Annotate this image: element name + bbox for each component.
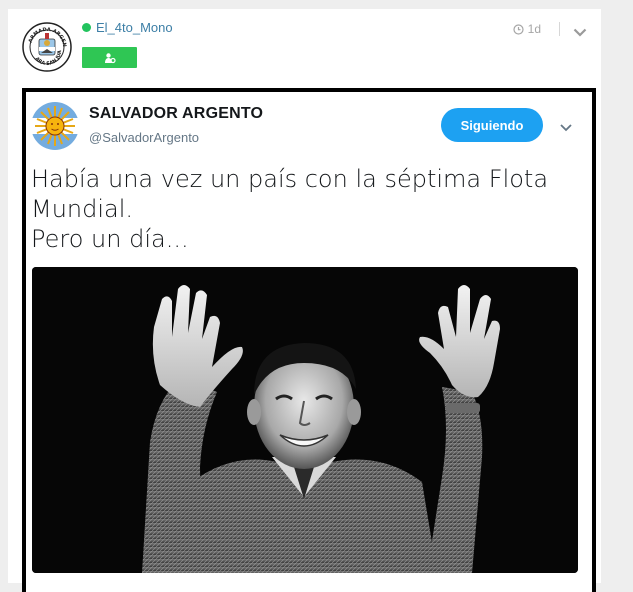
online-status-dot bbox=[82, 23, 91, 32]
tweet-menu-chevron-icon[interactable] bbox=[560, 119, 572, 137]
embedded-tweet[interactable]: SALVADOR ARGENTO @SalvadorArgento Siguie… bbox=[22, 88, 596, 592]
black-and-white-photo-man-raising-hands bbox=[32, 267, 578, 573]
clock-icon bbox=[513, 23, 524, 35]
navy-crest-icon: ARMADA ARGENTINA ARA SAN JUAN bbox=[20, 18, 72, 72]
user-badge[interactable] bbox=[82, 47, 137, 68]
tweet-author-avatar[interactable] bbox=[31, 102, 79, 150]
post-time-label: 1d bbox=[527, 22, 541, 36]
post-menu-chevron-icon[interactable] bbox=[573, 24, 587, 42]
tweet-author-name[interactable]: SALVADOR ARGENTO bbox=[89, 105, 263, 123]
tweet-author-handle[interactable]: @SalvadorArgento bbox=[89, 130, 199, 145]
post-card: ARMADA ARGENTINA ARA SAN JUAN El_4to_Mon… bbox=[8, 9, 601, 592]
tweet-text: Había una vez un país con la séptima Flo… bbox=[31, 165, 549, 253]
user-badge-icon bbox=[104, 52, 116, 63]
user-avatar[interactable]: ARMADA ARGENTINA ARA SAN JUAN bbox=[20, 18, 72, 72]
header-divider bbox=[559, 22, 560, 36]
username-link[interactable]: El_4to_Mono bbox=[96, 20, 173, 35]
sun-of-may-icon bbox=[31, 102, 79, 150]
post-timestamp[interactable]: 1d bbox=[513, 22, 541, 36]
tweet-photo[interactable] bbox=[32, 267, 578, 573]
following-button[interactable]: Siguiendo bbox=[441, 108, 543, 142]
